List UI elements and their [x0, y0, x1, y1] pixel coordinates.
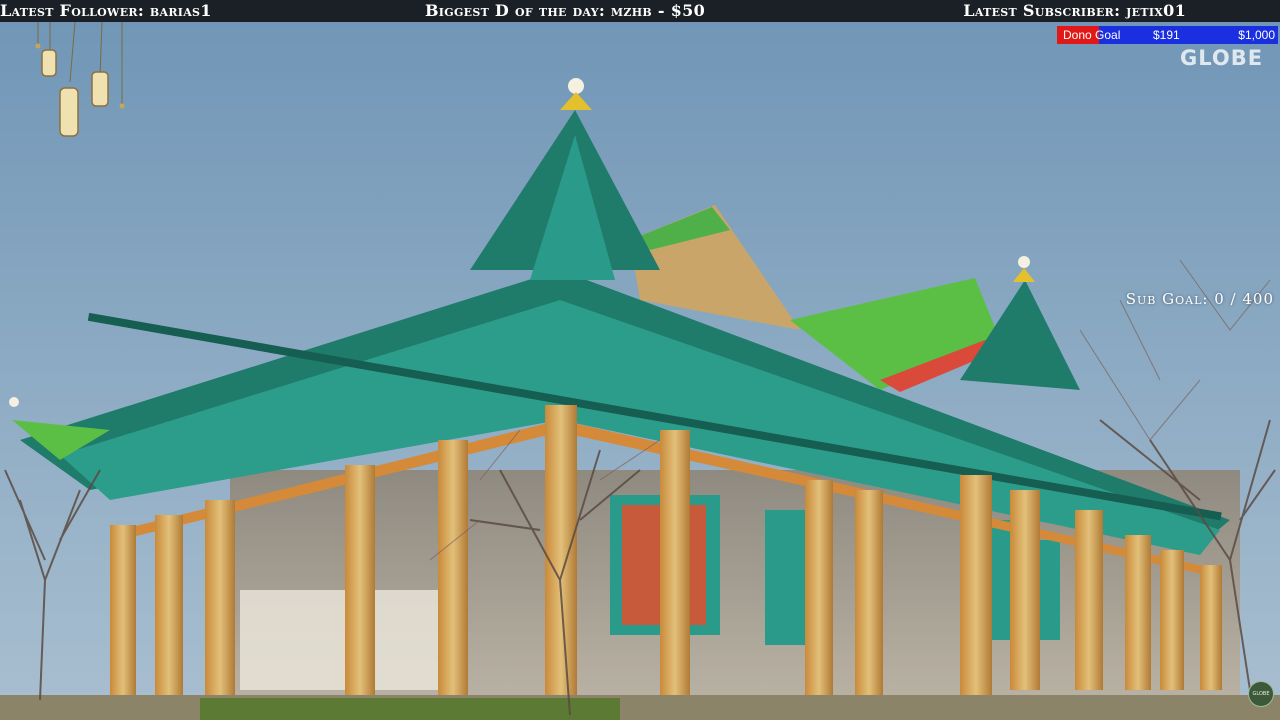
donation-goal-current: $191: [1153, 28, 1180, 42]
brand-logo: GLOBE: [1180, 46, 1264, 70]
donation-goal-bar: Dono Goal $191 $1,000: [1057, 26, 1278, 44]
donation-goal-label: Dono Goal: [1063, 28, 1121, 42]
biggest-donation-text: Biggest D of the day: mzhb - $50: [424, 1, 705, 20]
channel-badge-icon: GLOBE: [1248, 681, 1274, 707]
background-scene: [0, 0, 1280, 720]
donation-goal-target: $1,000: [1238, 28, 1275, 42]
stream-info-bar: Latest Follower: barias1 Biggest D of th…: [0, 0, 1280, 22]
sub-goal-text: Sub Goal: 0 / 400: [1125, 290, 1274, 308]
lanterns-decoration: [30, 21, 140, 147]
latest-subscriber-text: Latest Subscriber: jetix01: [963, 1, 1186, 20]
pavilion-illustration: [0, 0, 1280, 720]
